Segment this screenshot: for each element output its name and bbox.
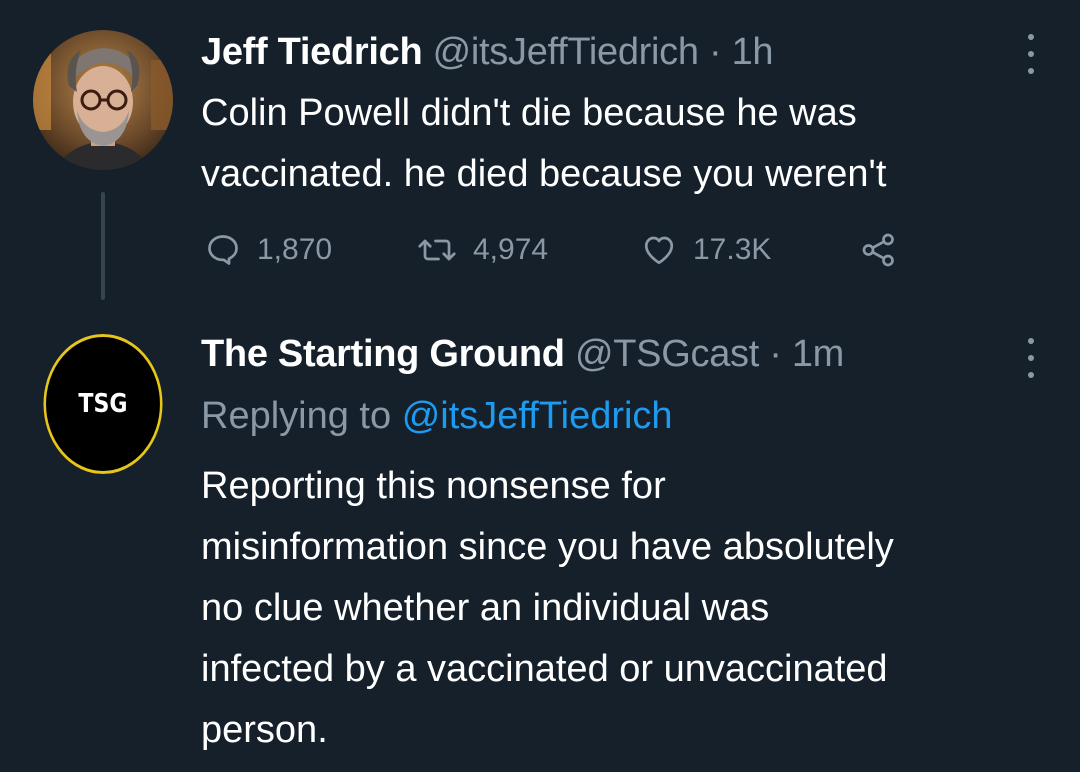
handle-and-time[interactable]: @itsJeffTiedrich · 1h (433, 31, 774, 73)
retweet-icon (418, 239, 456, 261)
handle-and-time[interactable]: @TSGcast · 1m (575, 333, 844, 375)
thread-connector-line (101, 192, 105, 300)
heart-icon (644, 236, 674, 265)
tweet-text-line: misinformation since you have absolutely (201, 526, 894, 568)
avatar-text: TSG (78, 389, 128, 419)
tweet-1[interactable]: Jeff Tiedrich @itsJeffTiedrich · 1h Coli… (0, 0, 1080, 300)
dot-icon (1028, 34, 1034, 40)
tweet-text: Colin Powell didn't die because he was v… (201, 83, 886, 205)
dot-icon (1028, 68, 1034, 74)
user-photo-icon (33, 30, 173, 170)
reply-icon (208, 235, 238, 265)
tsg-avatar[interactable]: TSG (33, 334, 173, 474)
tweet-text-line: Colin Powell didn't die because he was (201, 92, 857, 134)
tweet-header: The Starting Ground @TSGcast · 1m (201, 332, 844, 376)
author-name[interactable]: Jeff Tiedrich (201, 31, 423, 73)
retweet-count: 4,974 (473, 233, 549, 266)
more-options-button[interactable] (1024, 338, 1038, 378)
retweet-button[interactable]: 4,974 (417, 225, 548, 275)
tweet-header: Jeff Tiedrich @itsJeffTiedrich · 1h (201, 30, 774, 74)
dot-icon (1028, 372, 1034, 378)
share-button[interactable] (859, 225, 899, 275)
replying-to: Replying to @itsJeffTiedrich (201, 394, 673, 438)
tweet-text-line: infected by a vaccinated or unvaccinated (201, 648, 888, 690)
jeff-tiedrich-avatar[interactable] (33, 30, 173, 170)
tweet-text: Reporting this nonsense for misinformati… (201, 456, 894, 761)
dot-icon (1028, 51, 1034, 57)
like-button[interactable]: 17.3K (641, 225, 771, 275)
dot-icon (1028, 338, 1034, 344)
tweet-text-line: Reporting this nonsense for (201, 465, 666, 507)
reply-count: 1,870 (257, 233, 333, 266)
replying-label: Replying to (201, 395, 392, 437)
reply-button[interactable]: 1,870 (205, 225, 332, 275)
tsg-logo-icon: TSG (43, 334, 163, 474)
mention-link[interactable]: @itsJeffTiedrich (402, 395, 673, 437)
tweet-text-line: person. (201, 709, 328, 751)
like-count: 17.3K (693, 233, 772, 266)
tweet-text-line: vaccinated. he died because you weren't (201, 153, 887, 195)
dot-icon (1028, 355, 1034, 361)
more-options-button[interactable] (1024, 34, 1038, 74)
author-name[interactable]: The Starting Ground (201, 333, 565, 375)
tweet-text-line: no clue whether an individual was (201, 587, 770, 629)
share-icon (862, 233, 894, 267)
